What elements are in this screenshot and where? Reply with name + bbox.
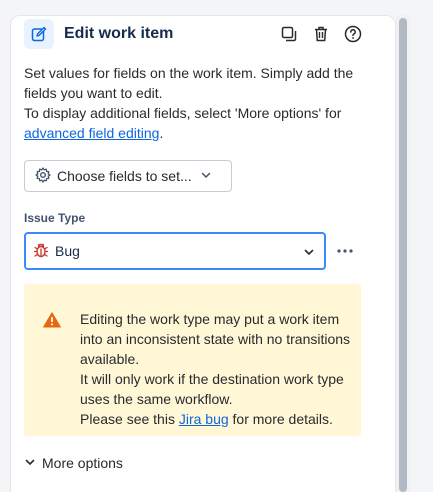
panel-header: Edit work item [24,19,364,49]
chevron-down-icon [24,455,36,471]
issue-type-select[interactable]: Bug [24,232,326,270]
warning-line3: Please see this [80,411,179,427]
help-icon[interactable] [342,23,364,45]
warning-line2: It will only work if the destination wor… [80,371,344,407]
chevron-down-icon [303,245,315,261]
warning-line1: Editing the work type may put a work ite… [80,311,351,367]
warning-line3-suffix: for more details. [228,411,333,427]
issue-type-label: Issue Type [24,211,86,225]
more-options-toggle[interactable]: More options [24,455,123,471]
choose-fields-label: Choose fields to set... [57,168,192,184]
warning-message: Editing the work type may put a work ite… [24,284,361,436]
edit-icon [24,19,54,49]
panel-title: Edit work item [64,25,174,42]
choose-fields-button[interactable]: Choose fields to set... [24,160,232,192]
warning-icon [43,312,61,333]
description-line1: Set values for fields on the work item. … [24,65,354,101]
description-line2-suffix: . [159,125,164,141]
scrollbar-thumb[interactable] [399,18,407,492]
gear-icon [35,166,51,186]
issue-type-value: Bug [55,243,80,259]
chevron-down-icon [200,168,212,184]
more-actions-icon[interactable] [335,241,355,261]
jira-bug-link[interactable]: Jira bug [179,411,229,427]
copy-icon[interactable] [278,23,300,45]
description-line2: To display additional fields, select 'Mo… [24,105,342,121]
bug-icon [33,242,49,261]
trash-icon[interactable] [310,23,332,45]
panel-description: Set values for fields on the work item. … [24,63,369,143]
advanced-field-editing-link[interactable]: advanced field editing [24,125,159,141]
warning-text: Editing the work type may put a work ite… [80,309,355,429]
more-options-label: More options [42,455,123,471]
